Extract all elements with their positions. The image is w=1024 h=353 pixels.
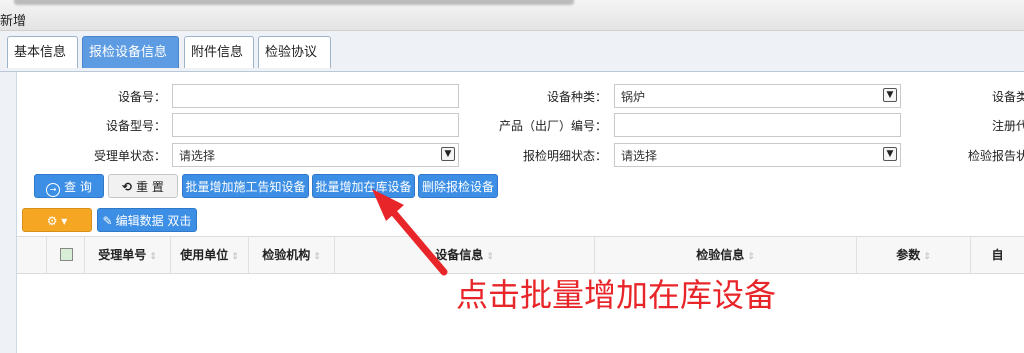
annotation-text: 点击批量增加在库设备	[456, 276, 777, 314]
arrow-shaft	[385, 203, 448, 276]
